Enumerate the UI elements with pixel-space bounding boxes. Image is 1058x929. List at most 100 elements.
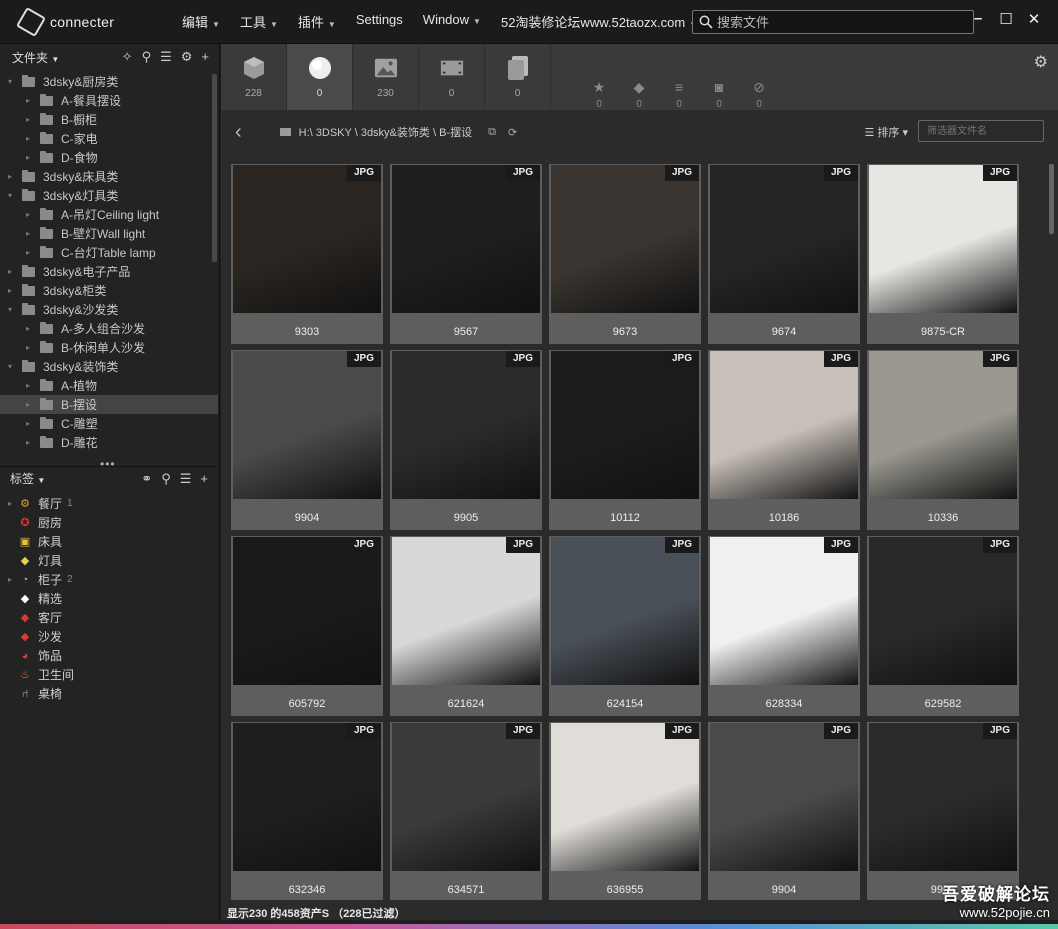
chevron-right-icon[interactable]: ▸ <box>26 115 36 124</box>
tag-item[interactable]: ◆ 灯具 <box>0 551 218 570</box>
tag-item[interactable]: ▣ 床具 <box>0 532 218 551</box>
chevron-right-icon[interactable]: ▸ <box>26 153 36 162</box>
filter-block[interactable]: ⊘ 0 <box>739 79 779 110</box>
chevron-right-icon[interactable]: ▸ <box>26 96 36 105</box>
tag-item[interactable]: ✪ 厨房 <box>0 513 218 532</box>
subfolder-tree-item[interactable]: ▸ A-吊灯Ceiling light <box>0 205 218 224</box>
tab-document[interactable]: 0 <box>485 44 551 110</box>
breadcrumb-path[interactable]: H:\ 3DSKY \ 3dsky&装饰类 \ B-摆设 <box>299 124 472 140</box>
asset-card[interactable]: JPG 9905 <box>390 350 542 530</box>
tag-item[interactable]: ▸ ⚙ 餐厅 1 <box>0 494 218 513</box>
back-arrow-icon[interactable]: ‹ <box>235 121 242 144</box>
asset-card[interactable]: JPG 632346 <box>231 722 383 900</box>
filename-filter-input[interactable] <box>918 120 1044 142</box>
asset-card[interactable]: JPG 634571 <box>390 722 542 900</box>
chevron-down-icon[interactable]: ▾ <box>8 362 18 371</box>
sort-icon[interactable]: ☰ <box>160 49 172 65</box>
chevron-right-icon[interactable]: ▸ <box>26 248 36 257</box>
tag-item[interactable]: ◕ 饰品 <box>0 646 218 665</box>
tag-item[interactable]: ▸ ◔ 柜子 2 <box>0 570 218 589</box>
search-icon[interactable]: ⚲ <box>142 49 152 65</box>
magic-wand-icon[interactable]: ✧ <box>122 49 133 65</box>
chevron-right-icon[interactable]: ▸ <box>8 172 18 181</box>
subfolder-tree-item[interactable]: ▸ A-多人组合沙发 <box>0 319 218 338</box>
subfolder-tree-item[interactable]: ▸ C-家电 <box>0 129 218 148</box>
search-icon[interactable]: ⚲ <box>161 471 171 487</box>
asset-card[interactable]: JPG 9875-CR <box>867 164 1019 344</box>
asset-card[interactable]: JPG 629582 <box>867 536 1019 716</box>
maximize-button[interactable]: ☐ <box>992 10 1020 32</box>
subfolder-tree-item[interactable]: ▸ C-台灯Table lamp <box>0 243 218 262</box>
asset-card[interactable]: JPG 9674 <box>708 164 860 344</box>
asset-card[interactable]: JPG 9303 <box>231 164 383 344</box>
search-box[interactable] <box>692 10 974 34</box>
chevron-right-icon[interactable]: ▸ <box>26 400 36 409</box>
asset-card[interactable]: JPG 621624 <box>390 536 542 716</box>
chevron-right-icon[interactable]: ▸ <box>26 229 36 238</box>
menu-item[interactable]: 编辑 ▼ <box>182 12 220 31</box>
tag-item[interactable]: ⑁ 桌椅 <box>0 684 218 703</box>
tag-item[interactable]: ♨ 卫生间 <box>0 665 218 684</box>
menu-item[interactable]: 52淘装修论坛www.52taozx.com▼ <box>501 12 697 31</box>
asset-card[interactable]: JPG 9905 <box>867 722 1019 900</box>
close-button[interactable]: ✕ <box>1020 10 1048 32</box>
asset-card[interactable]: JPG 9567 <box>390 164 542 344</box>
chevron-right-icon[interactable]: ▸ <box>8 286 18 295</box>
sidebar-scrollbar[interactable] <box>212 74 217 262</box>
chevron-right-icon[interactable]: ▸ <box>8 575 18 584</box>
subfolder-tree-item[interactable]: ▸ B-摆设 <box>0 395 218 414</box>
asset-card[interactable]: JPG 624154 <box>549 536 701 716</box>
add-tag-icon[interactable]: + <box>200 471 208 487</box>
tag-item[interactable]: ◆ 沙发 <box>0 627 218 646</box>
chevron-right-icon[interactable]: ▸ <box>26 210 36 219</box>
subfolder-tree-item[interactable]: ▸ D-雕花 <box>0 433 218 452</box>
subfolder-tree-item[interactable]: ▸ D-食物 <box>0 148 218 167</box>
copy-path-icon[interactable]: ⧉ <box>488 126 496 139</box>
settings-gear-icon[interactable]: ⚙ <box>1034 52 1048 72</box>
refresh-icon[interactable]: ⟳ <box>508 126 517 139</box>
asset-card[interactable]: JPG 10336 <box>867 350 1019 530</box>
grid-scrollbar[interactable] <box>1049 164 1054 234</box>
menu-item[interactable]: 插件 ▼ <box>298 12 336 31</box>
asset-card[interactable]: JPG 9904 <box>231 350 383 530</box>
settings-gear-icon[interactable]: ⚙ <box>181 49 193 65</box>
tags-label[interactable]: 标签 ▼ <box>10 470 45 487</box>
filter-text[interactable]: ≡ 0 <box>659 79 699 110</box>
subfolder-tree-item[interactable]: ▸ B-休闲单人沙发 <box>0 338 218 357</box>
sort-button[interactable]: ☰ 排序 ▾ <box>865 124 909 140</box>
filter-tag[interactable]: ◆ 0 <box>619 79 659 110</box>
folder-tree-item[interactable]: ▾ 3dsky&装饰类 <box>0 357 218 376</box>
tab-video[interactable]: 0 <box>419 44 485 110</box>
subfolder-tree-item[interactable]: ▸ A-植物 <box>0 376 218 395</box>
sort-icon[interactable]: ☰ <box>180 471 192 487</box>
asset-card[interactable]: JPG 636955 <box>549 722 701 900</box>
filter-camera[interactable]: ◙ 0 <box>699 79 739 110</box>
chevron-right-icon[interactable]: ▸ <box>26 438 36 447</box>
tab-material[interactable]: 0 <box>287 44 353 110</box>
subfolder-tree-item[interactable]: ▸ B-橱柜 <box>0 110 218 129</box>
minimize-button[interactable]: – <box>964 10 992 32</box>
chevron-right-icon[interactable]: ▸ <box>8 267 18 276</box>
chevron-right-icon[interactable]: ▸ <box>26 134 36 143</box>
asset-card[interactable]: JPG 628334 <box>708 536 860 716</box>
folder-tree-item[interactable]: ▸ 3dsky&电子产品 <box>0 262 218 281</box>
asset-card[interactable]: JPG 9673 <box>549 164 701 344</box>
folder-tree-item[interactable]: ▸ 3dsky&床具类 <box>0 167 218 186</box>
folder-tree-item[interactable]: ▾ 3dsky&灯具类 <box>0 186 218 205</box>
menu-item[interactable]: Settings <box>356 12 403 31</box>
chevron-right-icon[interactable]: ▸ <box>26 381 36 390</box>
chevron-right-icon[interactable]: ▸ <box>26 324 36 333</box>
folder-tree-item[interactable]: ▾ 3dsky&厨房类 <box>0 72 218 91</box>
asset-card[interactable]: JPG 10186 <box>708 350 860 530</box>
menu-item[interactable]: 工具 ▼ <box>240 12 278 31</box>
filter-star[interactable]: ★ 0 <box>579 79 619 110</box>
asset-card[interactable]: JPG 10112 <box>549 350 701 530</box>
menu-item[interactable]: Window ▼ <box>423 12 481 31</box>
chevron-right-icon[interactable]: ▸ <box>26 343 36 352</box>
chevron-right-icon[interactable]: ▸ <box>26 419 36 428</box>
tag-filter-icon[interactable]: ⚭ <box>141 471 152 487</box>
tag-item[interactable]: ◆ 客厅 <box>0 608 218 627</box>
folder-tree-item[interactable]: ▾ 3dsky&沙发类 <box>0 300 218 319</box>
chevron-right-icon[interactable]: ▸ <box>8 499 18 508</box>
folder-tree-item[interactable]: ▸ 3dsky&柜类 <box>0 281 218 300</box>
